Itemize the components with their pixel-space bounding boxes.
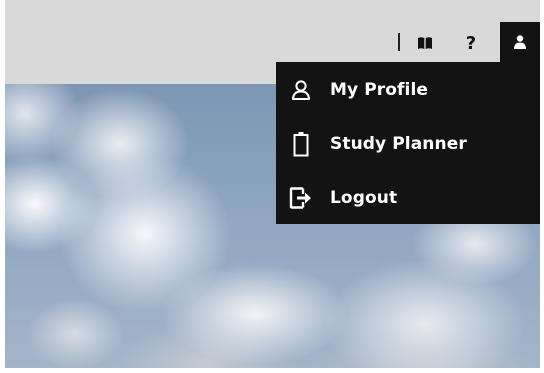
user-menu-button[interactable] (500, 22, 540, 62)
user-icon (514, 35, 526, 49)
book-icon (418, 37, 432, 49)
menu-item-label: My Profile (330, 80, 429, 100)
help-label: ? (465, 32, 477, 54)
toolbar-separator (398, 33, 400, 51)
person-outline-icon (288, 75, 314, 105)
book-button[interactable] (409, 25, 441, 61)
user-dropdown-menu: My Profile Study Planner Logout (276, 62, 540, 224)
menu-item-label: Logout (330, 188, 398, 208)
app-window: ? My Profile Study Planner Logout (0, 0, 544, 373)
menu-item-study-planner[interactable]: Study Planner (276, 122, 540, 166)
menu-item-my-profile[interactable]: My Profile (276, 68, 540, 112)
help-button[interactable]: ? (455, 25, 487, 61)
menu-item-label: Study Planner (330, 134, 467, 154)
logout-icon (288, 183, 314, 213)
battery-outline-icon (288, 129, 314, 159)
menu-item-logout[interactable]: Logout (276, 176, 540, 220)
